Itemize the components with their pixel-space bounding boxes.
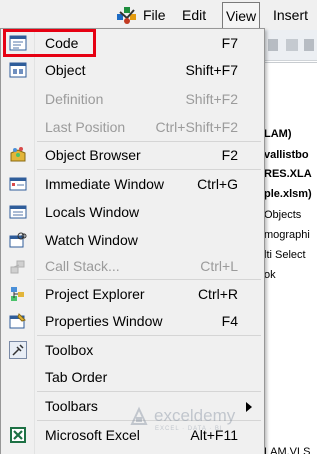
menu-item-immediate-window[interactable]: Immediate Window Ctrl+G <box>3 171 262 197</box>
menu-item-definition[interactable]: Definition Shift+F2 <box>3 86 262 112</box>
menu-item-label: Toolbox <box>45 342 94 358</box>
watermark-name: exceldemy <box>154 406 236 425</box>
menu-item-object-browser[interactable]: Object Browser F2 <box>3 142 262 168</box>
menu-item-shortcut: F7 <box>221 35 238 51</box>
menu-item-label: Properties Window <box>45 313 163 329</box>
menu-item-toolbox[interactable]: Toolbox <box>3 337 262 363</box>
project-tree-text: lti Select <box>264 249 306 261</box>
menu-item-label: Watch Window <box>45 232 138 248</box>
project-tree-text: vallistbo <box>264 149 309 161</box>
menu-item-call-stack[interactable]: Call Stack... Ctrl+L <box>3 253 262 279</box>
vba-editor-screen: File Edit View Insert LAM) vallistbo RES… <box>0 0 317 454</box>
watch-window-icon <box>9 232 27 248</box>
background-toolbar <box>262 30 317 61</box>
menu-item-shortcut: F2 <box>221 147 238 163</box>
menu-item-label: Object <box>45 62 86 78</box>
menu-item-label: Tab Order <box>45 369 108 385</box>
toolbar-icons <box>268 39 314 51</box>
menu-item-project-explorer[interactable]: Project Explorer Ctrl+R <box>3 281 262 307</box>
menu-item-shortcut: Ctrl+L <box>200 258 238 274</box>
menu-separator <box>37 335 261 336</box>
menu-item-shortcut: Shift+F2 <box>185 91 238 107</box>
properties-window-icon <box>9 313 26 329</box>
immediate-window-icon <box>9 177 27 191</box>
menu-item-locals-window[interactable]: Locals Window <box>3 199 262 225</box>
project-explorer-icon <box>11 287 24 301</box>
object-browser-icon <box>10 147 26 162</box>
project-tree-text: mographi <box>264 229 310 241</box>
menu-item-object[interactable]: Object Shift+F7 <box>3 57 262 83</box>
menu-item-shortcut: Shift+F7 <box>185 62 238 78</box>
menu-item-label: Immediate Window <box>45 176 165 192</box>
menu-item-label: Microsoft Excel <box>45 427 140 443</box>
menu-item-label: Locals Window <box>45 204 140 220</box>
project-tree-text: ok <box>264 269 276 281</box>
menu-item-last-position[interactable]: Last Position Ctrl+Shift+F2 <box>3 114 262 140</box>
menu-item-label: Toolbars <box>45 398 98 414</box>
menu-item-label: Call Stack... <box>45 258 120 274</box>
menu-item-watch-window[interactable]: Watch Window <box>3 227 262 253</box>
menu-item-label: Last Position <box>45 119 126 135</box>
exceldemy-logo-icon <box>130 406 148 425</box>
project-tree-text: ple.xlsm) <box>264 188 312 200</box>
menu-item-tab-order[interactable]: Tab Order <box>3 364 262 390</box>
menu-item-shortcut: Ctrl+R <box>197 286 238 302</box>
toolbox-icon <box>9 341 27 359</box>
locals-window-icon <box>9 205 27 219</box>
project-tree-text: LAM) <box>264 128 292 140</box>
watermark-tagline: EXCEL · DATA · BI <box>155 426 223 432</box>
excel-icon <box>10 427 26 443</box>
project-tree-text: RES.XLA <box>264 168 312 180</box>
menu-item-properties-window[interactable]: Properties Window F4 <box>3 308 262 334</box>
background-divider <box>262 62 317 63</box>
project-tree-text: Objects <box>264 209 302 221</box>
menu-item-shortcut: Ctrl+Shift+F2 <box>155 119 238 135</box>
menu-separator <box>37 169 261 170</box>
menu-item-label: Object Browser <box>45 147 141 163</box>
vba-app-icon <box>117 7 136 24</box>
menu-item-shortcut: Ctrl+G <box>197 176 238 192</box>
background-panel <box>260 30 317 454</box>
menu-file[interactable]: File <box>143 6 166 24</box>
object-icon <box>9 62 27 78</box>
view-menu-popup: Code F7 Object Shift+F7 Definition Shift… <box>0 28 265 454</box>
menu-item-label: Project Explorer <box>45 286 145 302</box>
menu-item-label: Definition <box>45 91 104 107</box>
code-highlight-box <box>3 29 96 57</box>
call-stack-icon <box>10 260 25 274</box>
menu-item-shortcut: F4 <box>221 313 238 329</box>
menu-view[interactable]: View <box>222 2 261 29</box>
project-tree-text: LAM.VLS <box>264 446 311 454</box>
menu-insert[interactable]: Insert <box>273 6 308 24</box>
menubar: File Edit View Insert <box>0 0 317 30</box>
exceldemy-watermark: exceldemy EXCEL · DATA · BI <box>128 406 258 436</box>
menu-separator <box>37 391 261 392</box>
menu-separator <box>37 279 261 280</box>
menu-edit[interactable]: Edit <box>182 6 206 24</box>
